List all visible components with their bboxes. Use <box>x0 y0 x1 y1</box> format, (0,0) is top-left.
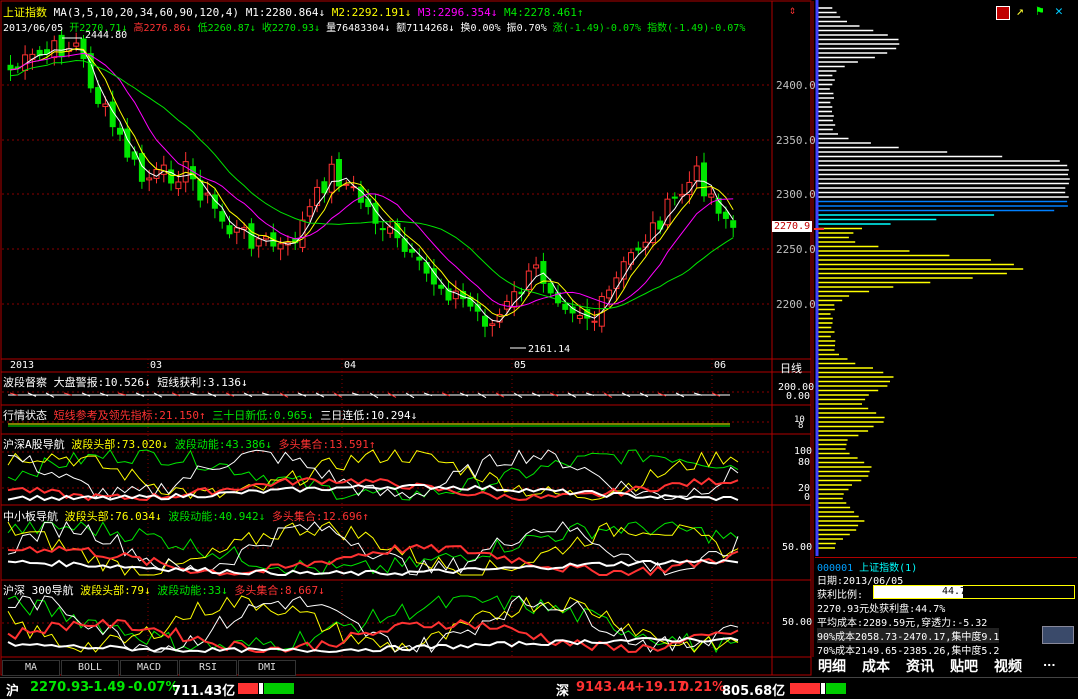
momentum-line <box>7 521 739 576</box>
header-row-1: 上证指数 MA(3,5,10,20,34,60,90,120,4) M1:228… <box>3 4 584 20</box>
price-axis-label: 2250.0 <box>776 243 816 256</box>
indicator-axis-label: 0 <box>804 492 811 503</box>
quote-index-change: 指数(-1.49)-0.07% <box>647 23 746 34</box>
tab-forum[interactable]: 贴吧 <box>950 656 978 675</box>
chip-info-panel: 000001 上证指数(1) 日期:2013/06/05 获利比例: 44.7%… <box>815 557 1077 657</box>
indicator-title-3: 沪深A股导航 波段头部:73.020↓ 波段动能:43.386↓ 多头集合:13… <box>3 438 376 451</box>
chip-line-3: 90%成本2058.73-2470.17,集中度9.1 <box>817 628 1000 643</box>
status-bar: 沪 2270.93 -1.49 -0.07% 711.43亿 深 9143.44… <box>0 677 1078 699</box>
tab-news[interactable]: 资讯 <box>906 656 934 675</box>
keyboard-icon[interactable] <box>1042 626 1074 644</box>
sz-breadth-bar <box>790 683 846 694</box>
sz-amount: 805.68亿 <box>722 684 786 699</box>
tab-video[interactable]: 视频 <box>994 656 1022 675</box>
window-icon[interactable] <box>996 6 1010 20</box>
month-label: 03 <box>150 360 163 371</box>
momentum-line <box>7 449 739 501</box>
tab-macd[interactable]: MACD <box>120 660 178 676</box>
ma-params: MA(3,5,10,20,34,60,90,120,4) <box>53 6 240 19</box>
sz-change: +19.17 <box>634 680 687 695</box>
chip-line-1: 2270.93元处获利盘:44.7% <box>817 604 946 615</box>
quote-amount: 额7114268↓ <box>396 23 455 34</box>
high-annotation: 2444.80 <box>85 30 128 41</box>
month-label: 2013 <box>10 360 35 371</box>
indicator-axis-label: 8 <box>798 421 804 431</box>
ma-m1: M1:2280.864↓ <box>245 6 326 19</box>
profit-value: 44.7% <box>942 586 973 597</box>
indicator-axis-label: 100 <box>794 446 813 457</box>
chip-line-2: 平均成本:2289.59元,穿透力:-5.32 <box>817 618 988 629</box>
price-axis-label: 2350.0 <box>776 134 816 147</box>
chip-distribution-chart <box>814 0 1070 556</box>
indicator-title-2: 行情状态 短线参考及领先指标:21.150↑ 三十日新低:0.965↓ 三日连低… <box>3 409 418 422</box>
tab-ma[interactable]: MA <box>2 660 60 676</box>
month-label: 05 <box>514 360 527 371</box>
sz-label: 深 <box>556 684 570 699</box>
quote-volume: 量76483304↓ <box>326 23 391 34</box>
tab-dmi[interactable]: DMI <box>238 660 296 676</box>
ma-m3: M3:2296.354↓ <box>417 6 498 19</box>
sz-pct: 0.21% <box>680 680 726 695</box>
warning-tick <box>171 392 181 397</box>
indicator-axis-label: 50.00 <box>782 542 813 553</box>
arrow-icon[interactable]: ↗ <box>1016 4 1024 19</box>
bull-line <box>7 520 739 576</box>
quote-low: 低2260.87↓ <box>197 23 256 34</box>
sh-value: 2270.93 <box>30 680 90 695</box>
ma-m2: M2:2292.191↓ <box>331 6 412 19</box>
sh-label: 沪 <box>6 684 20 699</box>
price-axis-label: 2400.0 <box>776 79 816 92</box>
period-label[interactable]: 日线 <box>780 360 802 376</box>
index-name: 上证指数 <box>3 6 47 19</box>
month-label: 06 <box>714 360 727 371</box>
sh-change: -1.49 <box>88 680 126 695</box>
quote-change: 涨(-1.49)-0.07% <box>552 23 642 34</box>
band-top-line <box>7 449 739 501</box>
sz-value: 9143.44 <box>576 680 636 695</box>
scale-arrows-icon[interactable]: ⇕ <box>789 3 796 17</box>
sh-breadth-bar <box>238 683 294 694</box>
indicator-axis-label: 0.00 <box>786 391 811 402</box>
month-label: 04 <box>344 360 357 371</box>
quote-close: 收2270.93↓ <box>261 23 321 34</box>
sh-amount: 711.43亿 <box>172 684 236 699</box>
tab-rsi[interactable]: RSI <box>179 660 237 676</box>
profit-bar: 44.7% <box>873 585 1075 599</box>
base-line <box>7 636 739 654</box>
current-price-tag: 2270.9 <box>772 221 813 232</box>
quote-date: 2013/06/05 <box>3 23 64 34</box>
tools-icon[interactable]: ✕ <box>1055 4 1063 19</box>
price-axis-label: 2300.0 <box>776 188 816 201</box>
tab-more[interactable]: ... <box>1043 656 1056 674</box>
indicator-title-5: 沪深 300导航 波段头部:79↓ 波段动能:33↓ 多头集合:8.667↓ <box>3 584 325 597</box>
price-axis-label: 2200.0 <box>776 298 816 311</box>
tab-details[interactable]: 明细 <box>818 656 846 675</box>
quote-turnover: 换0.00% <box>460 23 501 34</box>
ma-m4: M4:2278.461↑ <box>504 6 584 19</box>
sh-pct: -0.07% <box>128 680 179 695</box>
chip-line-4: 70%成本2149.65-2385.26,集中度5.2 <box>817 646 1000 657</box>
low-annotation: 2161.14 <box>528 344 571 355</box>
indicator-title-1: 波段督察 大盘警报:10.526↓ 短线获利:3.136↓ <box>3 376 248 389</box>
indicator-axis-label: 50.00 <box>782 617 813 628</box>
tab-cost[interactable]: 成本 <box>862 656 890 675</box>
profit-label: 获利比例: <box>817 590 864 601</box>
flag-icon[interactable]: ⚑ <box>1036 4 1044 19</box>
indicator-title-4: 中小板导航 波段头部:76.034↓ 波段动能:40.942↓ 多头集合:12.… <box>3 510 369 523</box>
band-top-line <box>7 521 739 576</box>
tab-boll[interactable]: BOLL <box>61 660 119 676</box>
indicator-charts <box>7 392 739 654</box>
indicator-axis-label: 80 <box>798 457 811 468</box>
quote-high: 高2276.86↓ <box>133 23 192 34</box>
quote-amplitude: 振0.70% <box>506 23 547 34</box>
